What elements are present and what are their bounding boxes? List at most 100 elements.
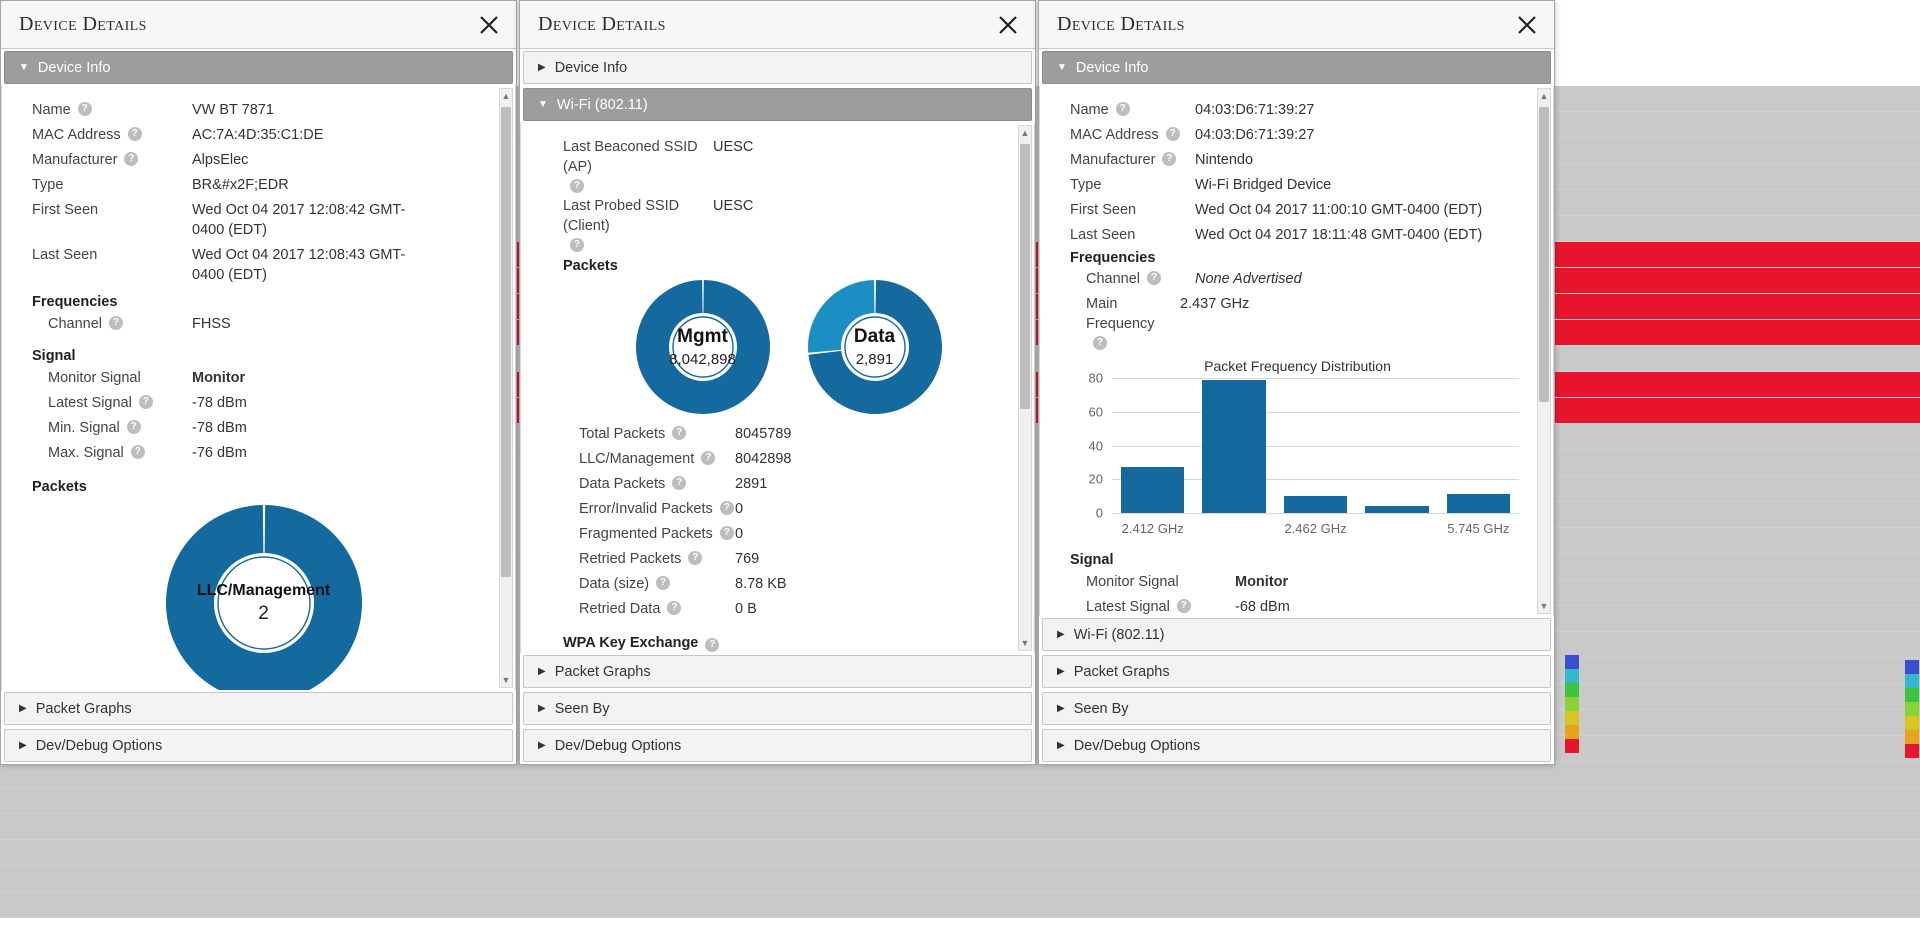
help-icon[interactable]: ? (672, 476, 686, 490)
donut-slice[interactable] (808, 280, 874, 353)
info-row: Retried Packets?769 (563, 549, 1014, 569)
help-icon[interactable]: ? (570, 238, 584, 252)
help-icon[interactable]: ? (109, 316, 123, 330)
chart-bar-slot (1356, 506, 1437, 513)
help-icon[interactable]: ? (720, 501, 734, 515)
section-header-device-info[interactable]: ▼ Device Info (1042, 51, 1551, 84)
close-icon[interactable] (995, 12, 1021, 38)
section-header-packet-graphs[interactable]: ▶ Packet Graphs (523, 655, 1032, 688)
section-header-wifi[interactable]: ▶ Wi-Fi (802.11) (1042, 618, 1551, 651)
help-icon[interactable]: ? (1177, 599, 1191, 613)
device-info-scroll-area: Name? 04:03:D6:71:39:27 MAC Address? 04:… (1040, 86, 1553, 616)
packets-donut-charts: Mgmt8,042,898 Data2,891 (563, 280, 1014, 414)
donut-data[interactable]: Data2,891 (808, 280, 942, 414)
wifi-content: Last Beaconed SSID (AP)? UESC Last Probe… (520, 123, 1035, 653)
section-header-wifi[interactable]: ▼ Wi-Fi (802.11) (523, 88, 1032, 121)
help-icon[interactable]: ? (1147, 271, 1161, 285)
row-key: Channel? (1070, 269, 1195, 289)
scroll-down-arrow[interactable]: ▼ (1538, 599, 1550, 613)
help-icon[interactable]: ? (701, 451, 715, 465)
chart-bar[interactable] (1365, 506, 1428, 513)
info-row: Retried Data?0 B (563, 599, 1014, 619)
section-header-device-info[interactable]: ▶ Device Info (523, 51, 1032, 84)
section-header-packet-graphs[interactable]: ▶ Packet Graphs (4, 692, 513, 725)
section-header-dev-debug-options[interactable]: ▶ Dev/Debug Options (523, 729, 1032, 762)
help-icon[interactable]: ? (131, 445, 145, 459)
device-info-scroll-area: Name? VW BT 7871 MAC Address? AC:7A:4D:3… (2, 86, 515, 690)
chart-bar[interactable] (1121, 467, 1184, 513)
help-icon[interactable]: ? (124, 152, 138, 166)
help-icon[interactable]: ? (570, 179, 584, 193)
help-icon[interactable]: ? (1166, 127, 1180, 141)
row-value: UESC (713, 137, 1014, 191)
info-row: Last Beaconed SSID (AP)? UESC (563, 137, 1014, 191)
row-value: 0 (735, 499, 1014, 519)
help-icon[interactable]: ? (128, 127, 142, 141)
donut-slice[interactable] (636, 280, 770, 414)
help-icon[interactable]: ? (688, 551, 702, 565)
scroll-up-arrow[interactable]: ▲ (1538, 89, 1550, 103)
vertical-scrollbar[interactable]: ▲ ▼ (499, 88, 513, 688)
close-icon[interactable] (476, 12, 502, 38)
info-row: Name? 04:03:D6:71:39:27 (1070, 100, 1525, 120)
help-icon[interactable]: ? (672, 426, 686, 440)
section-header-seen-by[interactable]: ▶ Seen By (1042, 692, 1551, 725)
row-key: Manufacturer? (1070, 150, 1195, 170)
chart-bar[interactable] (1202, 380, 1265, 513)
help-icon[interactable]: ? (127, 420, 141, 434)
scrollbar-thumb[interactable] (501, 107, 511, 577)
scroll-up-arrow[interactable]: ▲ (1019, 126, 1031, 140)
panel-header: Device Details (1039, 1, 1554, 49)
scroll-up-arrow[interactable]: ▲ (500, 89, 512, 103)
info-row: MAC Address? 04:03:D6:71:39:27 (1070, 125, 1525, 145)
donut-slice[interactable] (166, 505, 362, 690)
help-icon[interactable]: ? (705, 638, 719, 652)
donut-mgmt[interactable]: Mgmt8,042,898 (636, 280, 770, 414)
section-header-packet-graphs[interactable]: ▶ Packet Graphs (1042, 655, 1551, 688)
help-icon[interactable]: ? (1093, 336, 1107, 350)
close-icon[interactable] (1514, 12, 1540, 38)
row-value: 0 B (735, 599, 1014, 619)
help-icon[interactable]: ? (1162, 152, 1176, 166)
page-title: Device Details (19, 13, 147, 36)
scroll-down-arrow[interactable]: ▼ (1019, 636, 1031, 650)
section-header-seen-by[interactable]: ▶ Seen By (523, 692, 1032, 725)
section-header-dev-debug-options[interactable]: ▶ Dev/Debug Options (4, 729, 513, 762)
packet-frequency-bar-chart: 020406080 (1112, 378, 1519, 513)
chevron-right-icon: ▶ (19, 704, 27, 714)
row-key: Type (1070, 175, 1195, 195)
help-icon[interactable]: ? (78, 102, 92, 116)
chevron-right-icon: ▶ (538, 63, 546, 73)
chart-y-tick: 80 (1089, 371, 1103, 386)
row-key: LLC/Management? (563, 449, 735, 469)
row-key: Last Seen (1070, 225, 1195, 245)
chart-title: Packet Frequency Distribution (1070, 358, 1525, 374)
chart-bar[interactable] (1284, 496, 1347, 513)
info-row: Total Packets?8045789 (563, 424, 1014, 444)
help-icon[interactable]: ? (139, 395, 153, 409)
chart-x-tick: 2.412 GHz (1112, 521, 1193, 536)
section-label: Device Info (1076, 60, 1149, 76)
help-icon[interactable]: ? (1116, 102, 1130, 116)
section-header-dev-debug-options[interactable]: ▶ Dev/Debug Options (1042, 729, 1551, 762)
section-label: Dev/Debug Options (36, 738, 163, 754)
page-title: Device Details (538, 13, 666, 36)
chart-bar[interactable] (1447, 494, 1510, 513)
row-value: AlpsElec (192, 150, 495, 170)
scrollbar-thumb[interactable] (1539, 107, 1549, 402)
vertical-scrollbar[interactable]: ▲ ▼ (1018, 125, 1032, 651)
scroll-down-arrow[interactable]: ▼ (500, 673, 512, 687)
help-icon[interactable]: ? (720, 526, 734, 540)
signal-header: Signal (32, 348, 495, 364)
help-icon[interactable]: ? (656, 576, 670, 590)
vertical-scrollbar[interactable]: ▲ ▼ (1537, 88, 1551, 614)
section-header-device-info[interactable]: ▼ Device Info (4, 51, 513, 84)
row-key: Type (32, 175, 192, 195)
donut-llc-management[interactable]: LLC/Management2 (166, 505, 362, 690)
help-icon[interactable]: ? (667, 601, 681, 615)
section-label: Wi-Fi (802.11) (557, 97, 648, 113)
scrollbar-thumb[interactable] (1020, 144, 1030, 409)
info-row: Manufacturer? AlpsElec (32, 150, 495, 170)
info-row: Name? VW BT 7871 (32, 100, 495, 120)
frequencies-header: Frequencies (32, 294, 495, 310)
